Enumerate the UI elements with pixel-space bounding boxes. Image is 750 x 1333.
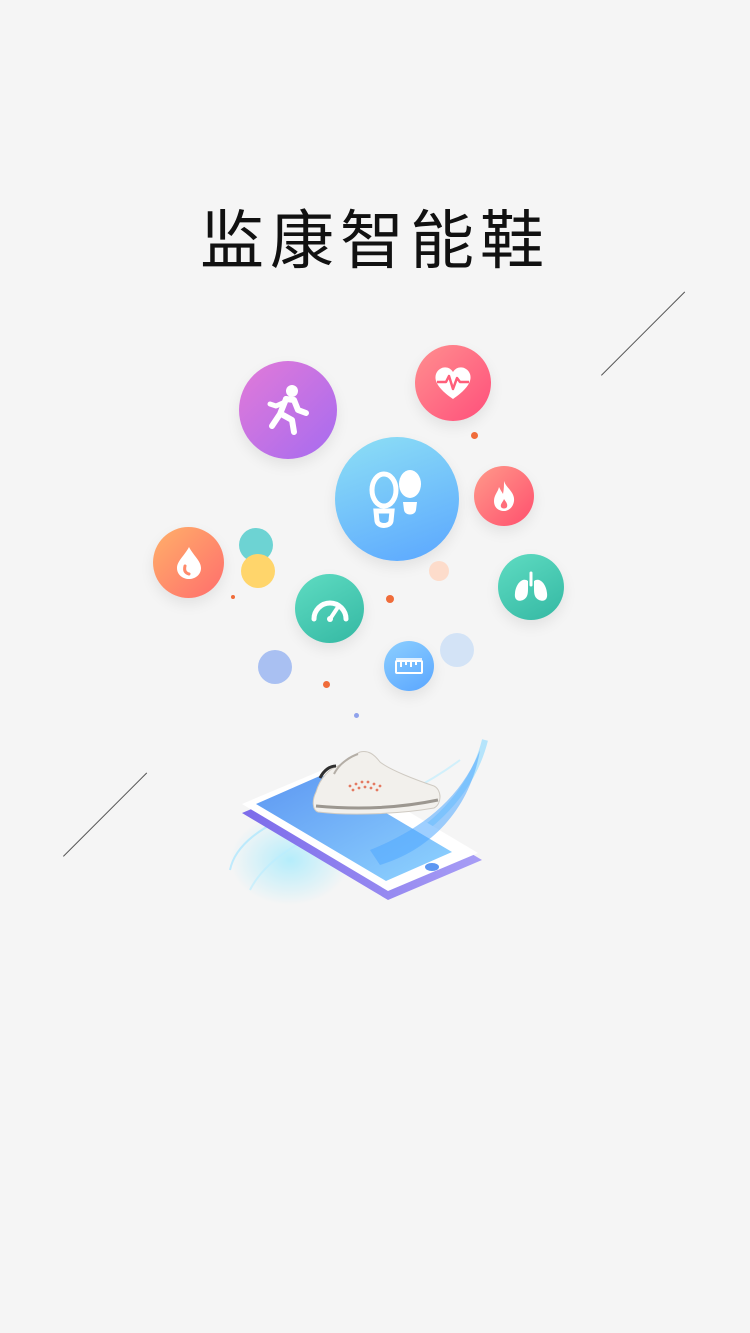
heart-rate-bubble bbox=[415, 345, 491, 421]
walking-bubble bbox=[239, 361, 337, 459]
decorative-dot bbox=[231, 595, 235, 599]
speedometer-icon bbox=[310, 596, 350, 622]
speed-bubble bbox=[295, 574, 364, 643]
lungs-icon bbox=[513, 571, 549, 603]
smart-shoe-phone-illustration bbox=[220, 700, 510, 920]
ruler-icon bbox=[395, 658, 423, 674]
calories-bubble bbox=[474, 466, 534, 526]
decorative-dot bbox=[429, 561, 449, 581]
walking-icon bbox=[264, 384, 312, 436]
decorative-dot bbox=[440, 633, 474, 667]
decorative-dot bbox=[323, 681, 330, 688]
decorative-dot bbox=[258, 650, 292, 684]
decorative-dot bbox=[386, 595, 394, 603]
ruler-bubble bbox=[384, 641, 434, 691]
flame-icon bbox=[490, 480, 518, 512]
decorative-line-bottom-left bbox=[63, 772, 148, 857]
decorative-dot bbox=[241, 554, 275, 588]
decorative-dot bbox=[471, 432, 478, 439]
footprints-icon bbox=[365, 470, 429, 528]
footprints-bubble bbox=[335, 437, 459, 561]
blood-drop-icon bbox=[176, 546, 202, 580]
heart-rate-icon bbox=[432, 364, 474, 402]
app-title: 监康智能鞋 bbox=[200, 205, 550, 279]
blood-bubble bbox=[153, 527, 224, 598]
lungs-bubble bbox=[498, 554, 564, 620]
decorative-line-top-right bbox=[601, 291, 686, 376]
